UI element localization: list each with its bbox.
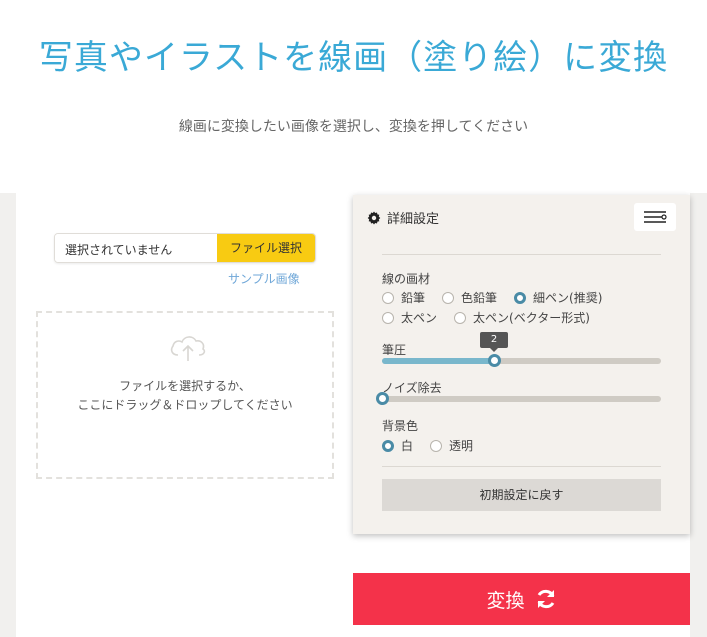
material-option-label: 色鉛筆 <box>461 291 498 305</box>
settings-menu-button[interactable] <box>634 203 676 231</box>
material-option-thick-pen-vector[interactable]: 太ペン(ベクター形式) <box>454 309 590 326</box>
radio-thick-pen[interactable] <box>382 311 394 324</box>
material-option-thick-pen[interactable]: 太ペン <box>382 309 437 326</box>
convert-button-label: 変換 <box>486 589 525 612</box>
background-option-label: 透明 <box>449 439 474 453</box>
pressure-slider[interactable] <box>382 354 661 367</box>
background-options-row: 白 透明 <box>382 437 490 454</box>
cloud-upload-icon <box>170 336 206 361</box>
background-label: 背景色 <box>382 419 419 433</box>
radio-thick-pen-vector[interactable] <box>454 311 467 324</box>
background-option-label: 白 <box>401 439 414 453</box>
sample-image-link[interactable]: サンプル画像 <box>228 270 300 287</box>
material-option-fine-pen[interactable]: 細ペン(推奨) <box>514 289 602 306</box>
radio-white[interactable] <box>382 439 394 452</box>
material-options-row-1: 鉛筆 色鉛筆 細ペン(推奨) <box>382 289 619 306</box>
material-option-pencil[interactable]: 鉛筆 <box>382 289 425 306</box>
sliders-icon <box>644 211 667 223</box>
material-option-label: 太ペン <box>401 311 438 325</box>
noise-label: ノイズ除去 <box>382 381 442 395</box>
file-picker[interactable]: 選択されていません ファイル選択 <box>54 233 316 263</box>
dropzone-line-1: ファイルを選択するか、 <box>119 379 251 393</box>
material-options-row-2: 太ペン 太ペン(ベクター形式) <box>382 309 607 326</box>
radio-transparent[interactable] <box>430 439 443 452</box>
dropzone-line-2: ここにドラッグ＆ドロップしてください <box>77 398 293 412</box>
settings-title: 詳細設定 <box>387 212 440 227</box>
dropzone-instructions: ファイルを選択するか、 ここにドラッグ＆ドロップしてください <box>38 377 332 415</box>
pressure-slider-fill <box>382 358 494 364</box>
file-select-button[interactable]: ファイル選択 <box>217 234 315 262</box>
refresh-icon <box>537 589 554 609</box>
reset-settings-button[interactable]: 初期設定に戻す <box>382 479 661 511</box>
divider-top <box>382 254 661 255</box>
material-option-label: 太ペン(ベクター形式) <box>473 311 590 325</box>
pressure-label: 筆圧 <box>382 343 407 357</box>
material-label: 線の画材 <box>382 272 431 286</box>
noise-slider-thumb[interactable] <box>376 392 389 405</box>
settings-panel: 詳細設定 線の画材 鉛筆 色鉛筆 細ペン(推奨) 太ペン 太ペン(ベクター形式)… <box>353 195 690 534</box>
convert-button[interactable]: 変換 <box>353 573 690 625</box>
gear-icon <box>367 211 381 224</box>
pressure-slider-thumb[interactable] <box>488 354 501 367</box>
material-option-label: 細ペン(推奨) <box>533 291 603 305</box>
pressure-tooltip: 2 <box>480 332 508 352</box>
material-option-colored-pencil[interactable]: 色鉛筆 <box>442 289 497 306</box>
radio-colored-pencil[interactable] <box>442 291 455 304</box>
material-option-label: 鉛筆 <box>401 291 426 305</box>
dropzone[interactable]: ファイルを選択するか、 ここにドラッグ＆ドロップしてください <box>36 311 334 479</box>
background-option-white[interactable]: 白 <box>382 437 413 454</box>
divider-bottom <box>382 466 661 467</box>
page-title: 写真やイラストを線画（塗り絵）に変換 <box>38 38 669 78</box>
page-subtitle: 線画に変換したい画像を選択し、変換を押してください <box>178 119 529 135</box>
background-option-transparent[interactable]: 透明 <box>430 437 473 454</box>
noise-slider[interactable] <box>376 392 661 405</box>
file-input-display[interactable]: 選択されていません <box>55 234 217 262</box>
radio-fine-pen[interactable] <box>514 291 527 304</box>
settings-header: 詳細設定 <box>367 208 439 227</box>
radio-pencil[interactable] <box>382 291 394 304</box>
